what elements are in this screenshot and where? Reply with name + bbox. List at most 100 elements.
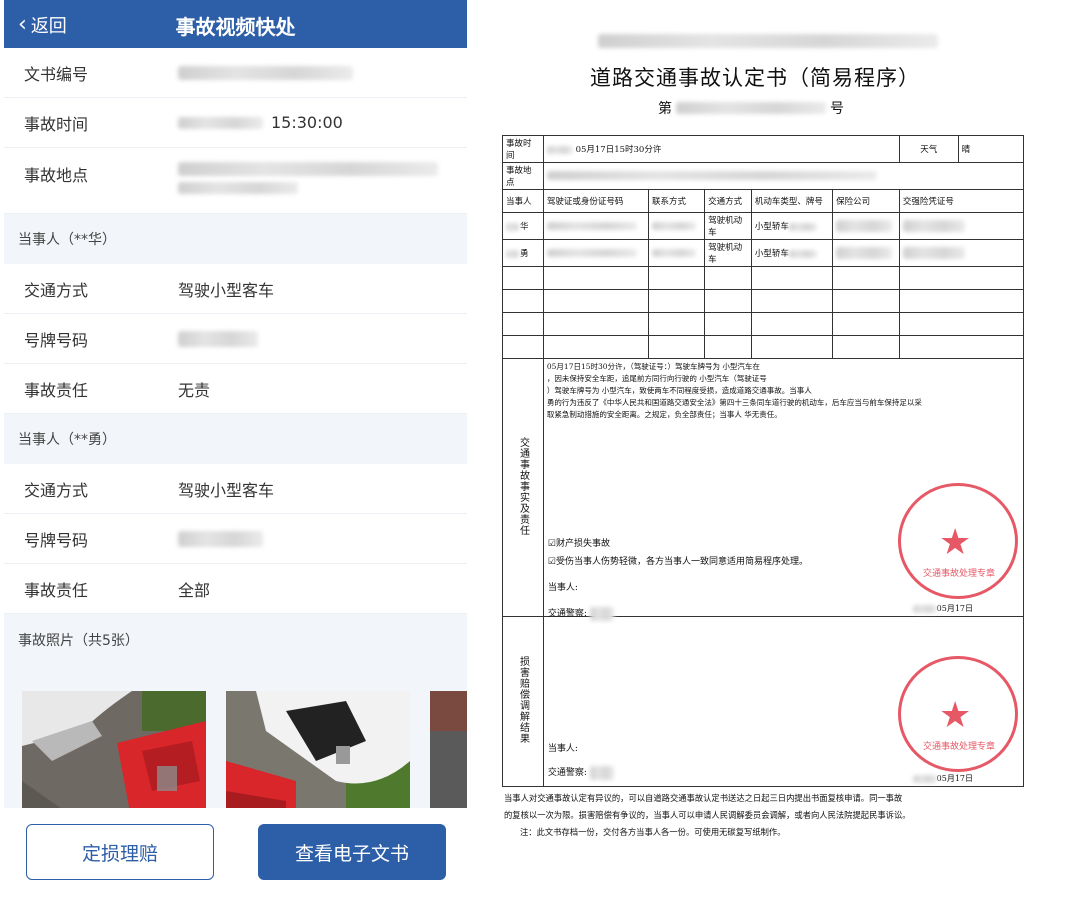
- form-party2-row: 勇 驾驶机动车 小型轿车: [502, 239, 1025, 267]
- party1-mode-value: 驾驶小型客车: [178, 280, 275, 300]
- form-place-row: 事故地点: [502, 162, 1025, 190]
- name-redacted: [506, 249, 520, 258]
- form-empty-row: [502, 312, 1025, 336]
- photo-strip[interactable]: [4, 666, 467, 816]
- form-place-value: [542, 162, 1025, 190]
- photo-3-image: [430, 691, 467, 816]
- year-redacted: [912, 605, 937, 613]
- footer-note-line: 当事人对交通事故认定有异议的，可以自道路交通事故认定书送达之日起三日内提出书面复…: [504, 793, 903, 803]
- party2-policy: [898, 239, 1025, 267]
- party1-plate-label: 号牌号码: [24, 330, 89, 350]
- form-time-row: 事故时间 05月17日15时30分许 天气 晴: [502, 135, 1025, 163]
- form-empty-row: [502, 335, 1025, 359]
- facts-date-value: 05月17日: [936, 604, 973, 613]
- checkbox-simple-procedure: ☑受伤当事人伤势轻微，各方当事人一致同意适用简易程序处理。: [547, 557, 808, 567]
- photo-1-image: [22, 691, 206, 816]
- form-weather-label: 天气: [898, 135, 959, 163]
- doc-number-row: 文书编号: [4, 48, 467, 98]
- policy-redacted: [902, 220, 965, 232]
- bottom-action-bar: 定损理赔 查看电子文书: [4, 808, 467, 898]
- mediation-side-label: 损害赔偿调解结果: [502, 616, 544, 787]
- form-time-cell: 05月17日15时30分许: [542, 135, 900, 163]
- facts-line: ，因未保持安全车距，追尾前方同行向行驶的 小型汽车（驾驶证号: [546, 374, 767, 383]
- party2-plate-row: 号牌号码: [4, 514, 467, 564]
- accident-photo-3[interactable]: [430, 691, 467, 816]
- policy-redacted: [902, 247, 965, 259]
- photo-2-image: [226, 691, 410, 816]
- police-seal-1: ★ 交通事故处理专章: [898, 483, 1018, 599]
- id-redacted: [546, 221, 637, 230]
- checkbox-area: ☑财产损失事故 ☑受伤当事人伤势轻微，各方当事人一致同意适用简易程序处理。 当事…: [548, 535, 808, 623]
- party2-contact: [647, 239, 706, 267]
- contact-redacted: [651, 221, 696, 230]
- footer-note-line: 注：此文书存档一份，交付各方当事人各一份。可使用无碳复写纸制作。: [520, 827, 786, 837]
- doc-number-prefix: 第: [658, 101, 672, 117]
- party2-header: 当事人（**勇）: [4, 414, 467, 464]
- redacted-line: [178, 162, 438, 176]
- plate-redacted: [788, 222, 817, 231]
- form-time-label: 事故时间: [502, 135, 544, 163]
- facts-line: 05月17日15时30分许，（驾驶证号：）驾驶车牌号为 小型汽车在: [546, 362, 760, 371]
- mediation-signatures: 当事人: 交通警察:: [548, 737, 614, 785]
- mediation-party-label: 当事人:: [547, 744, 578, 754]
- mobile-app-screen: ‹ 返回 事故视频快处 文书编号 事故时间 15:30:00 事故地点 当事人（…: [4, 0, 467, 898]
- party2-mode: 驾驶机动车: [704, 239, 752, 267]
- party1-contact: [647, 212, 706, 240]
- facts-side-label: 交通事故事实及责任: [502, 358, 544, 617]
- party1-policy: [898, 212, 1025, 240]
- facts-line: 勇的行为违反了《中华人民共和国道路交通安全法》第四十三条同车道行驶的机动车，后车…: [546, 398, 922, 407]
- signature-redacted: [589, 765, 614, 780]
- form-place-label: 事故地点: [502, 162, 544, 190]
- mediation-date-value: 05月17日: [936, 774, 973, 783]
- doc-footer-notes: 当事人对交通事故认定有异议的，可以自道路交通事故认定书送达之日起三日内提出书面复…: [504, 790, 1064, 841]
- doc-number: 第 号: [658, 98, 844, 118]
- insurer-redacted: [836, 220, 893, 232]
- party2-mode-value: 驾驶小型客车: [178, 480, 275, 500]
- police-seal-2: ★ 交通事故处理专章: [898, 656, 1018, 772]
- doc-number-redacted: [178, 65, 353, 80]
- party1-mode-label: 交通方式: [24, 280, 89, 300]
- party2-plate-redacted: [178, 530, 263, 547]
- party1-mode: 驾驶机动车: [704, 212, 752, 240]
- redacted-line: [178, 182, 298, 194]
- doc-number-label: 文书编号: [24, 64, 89, 84]
- party2-resp-label: 事故责任: [24, 580, 89, 600]
- year-redacted: [546, 145, 573, 154]
- mediation-officer-label: 交通警察:: [547, 768, 587, 778]
- top-nav-bar: ‹ 返回 事故视频快处: [4, 0, 467, 48]
- col-insurer: 保险公司: [832, 189, 900, 213]
- facts-date: 05月17日: [912, 603, 973, 615]
- party1-vehicle-type: 小型轿车: [754, 222, 789, 232]
- mediation-date: 05月17日: [912, 773, 973, 784]
- facts-line: ）驾驶车牌号为 小型汽车，致使两车不同程度受损，造成道路交通事故。当事人: [546, 386, 812, 395]
- seal-2-text: 交通事故处理专章: [922, 742, 995, 752]
- col-party: 当事人: [502, 189, 544, 213]
- party2-plate-label: 号牌号码: [24, 530, 89, 550]
- party1-vehicle: 小型轿车: [750, 212, 834, 240]
- seal-star-icon: ★: [939, 522, 972, 563]
- form-weather-value: 晴: [957, 135, 1025, 163]
- mediation-side-text: 损害赔偿调解结果: [517, 656, 529, 744]
- accident-photo-1[interactable]: [22, 691, 206, 816]
- page-title: 事故视频快处: [175, 15, 296, 39]
- col-mode: 交通方式: [704, 189, 752, 213]
- party1-resp-label: 事故责任: [24, 380, 89, 400]
- accident-photo-2[interactable]: [226, 691, 410, 816]
- doc-title: 道路交通事故认定书（简易程序）: [590, 66, 920, 90]
- doc-number-suffix: 号: [830, 101, 844, 117]
- doc-header-redacted: [598, 34, 938, 48]
- seal-star-icon: ★: [939, 695, 972, 736]
- id-redacted: [546, 248, 637, 257]
- party1-name: 华: [502, 212, 544, 240]
- accident-time-value: 15:30:00: [271, 113, 343, 132]
- accident-place-redacted: [178, 162, 438, 194]
- party1-plate-redacted: [178, 330, 258, 347]
- party1-header: 当事人（**华）: [4, 214, 467, 264]
- view-e-document-button[interactable]: 查看电子文书: [258, 824, 446, 880]
- checkbox-property-loss: ☑财产损失事故: [547, 539, 610, 549]
- assess-claim-button[interactable]: 定损理赔: [26, 824, 214, 880]
- party1-resp-value: 无责: [178, 380, 211, 400]
- party-signature-label: 当事人:: [547, 583, 578, 593]
- party2-mode-label: 交通方式: [24, 480, 89, 500]
- party1-mode-row: 交通方式 驾驶小型客车: [4, 264, 467, 314]
